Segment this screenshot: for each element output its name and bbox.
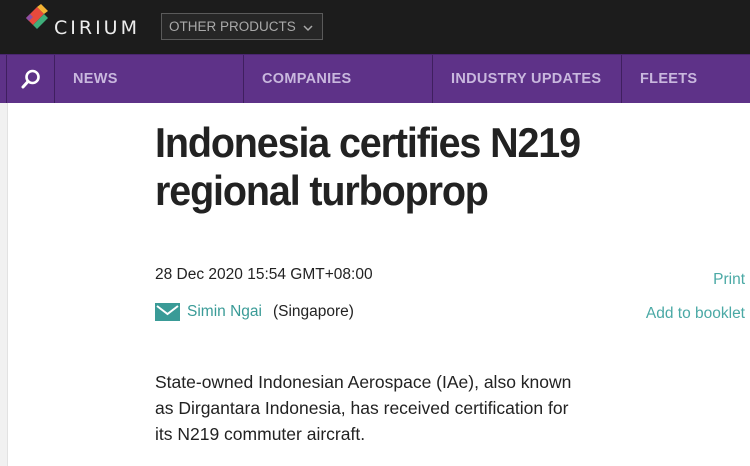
- article-date: 28 Dec 2020 15:54 GMT+08:00: [155, 266, 373, 283]
- nav-item-fleets[interactable]: FLEETS: [622, 55, 750, 103]
- email-icon[interactable]: [155, 303, 180, 321]
- article-body-line-3: its N219 commuter aircraft.: [155, 424, 366, 444]
- article-body: State-owned Indonesian Aerospace (IAe), …: [155, 369, 635, 447]
- top-header: CIRIUM OTHER PRODUCTS: [0, 0, 750, 54]
- article-title-line-2: regional turboprop: [155, 167, 489, 214]
- nav-item-news[interactable]: NEWS: [55, 55, 244, 103]
- article-title: Indonesia certifies N219 regional turbop…: [155, 119, 625, 215]
- other-products-dropdown[interactable]: OTHER PRODUCTS: [161, 13, 323, 40]
- main-nav: NEWS COMPANIES INDUSTRY UPDATES FLEETS: [0, 54, 750, 103]
- search-icon: [21, 69, 40, 89]
- cirium-logo-icon[interactable]: [24, 4, 50, 30]
- author-location: (Singapore): [272, 303, 354, 320]
- nav-item-industry-updates[interactable]: INDUSTRY UPDATES: [433, 55, 622, 103]
- other-products-label: OTHER PRODUCTS: [169, 19, 296, 34]
- article-body-line-2: as Dirgantara Indonesia, has received ce…: [155, 398, 569, 418]
- article-body-line-1: State-owned Indonesian Aerospace (IAe), …: [155, 372, 572, 392]
- byline: Simin Ngai (Singapore): [155, 301, 354, 323]
- page-left-edge: [0, 103, 8, 466]
- brand-name[interactable]: CIRIUM: [54, 17, 140, 39]
- add-to-booklet-link[interactable]: Add to booklet: [646, 305, 745, 323]
- print-link[interactable]: Print: [713, 271, 745, 289]
- article-title-line-1: Indonesia certifies N219: [155, 119, 581, 166]
- author-link[interactable]: Simin Ngai: [187, 303, 262, 321]
- chevron-down-icon: [303, 25, 313, 32]
- search-button[interactable]: [6, 55, 55, 103]
- nav-item-companies[interactable]: COMPANIES: [244, 55, 433, 103]
